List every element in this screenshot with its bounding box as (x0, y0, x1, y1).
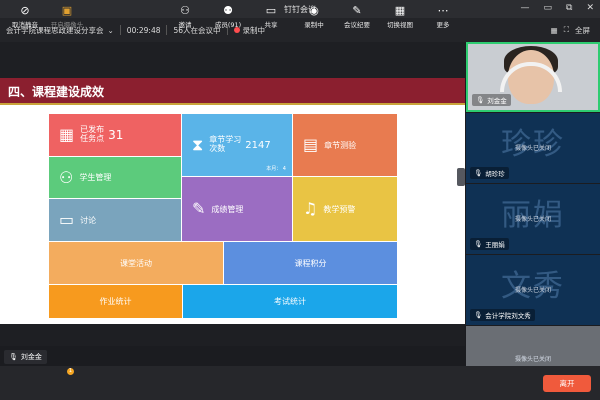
microphone-icon: 🎙 (476, 96, 485, 104)
microphone-muted-icon: 🎙 (474, 169, 483, 177)
camera-off-status: 摄像头已关闭 (514, 145, 551, 152)
participant-name: 王丽娟 (485, 241, 505, 249)
divider (119, 25, 121, 35)
window-controls: — ▭ ⧉ ✕ (521, 3, 595, 13)
participant-name-tag: 🎙 胡珍珍 (470, 167, 509, 179)
members-label: 成员(91) (214, 21, 242, 29)
tile-grade-management: ✎ 成绩管理 (182, 177, 292, 241)
camera-off-status: 摄像头已关闭 (514, 287, 551, 294)
tile-discussion-label: 讨论 (80, 215, 97, 225)
participant-tile[interactable]: 丽娟 摄像头已关闭 🎙 王丽娟 (466, 184, 600, 254)
participant-watermark: 文秀 (501, 269, 565, 304)
calendar-icon: ▦ (59, 125, 75, 144)
minutes-label: 会议纪要 (344, 21, 370, 29)
participant-tile[interactable]: 珍珍 摄像头已关闭 🎙 胡珍珍 (466, 113, 600, 183)
camera-badge: 1 (67, 368, 74, 375)
tile-student-management: ⚇ 学生管理 (49, 157, 181, 198)
tile-homework-stats: 作业统计 (49, 285, 182, 318)
participant-tile[interactable]: 摄像头已关闭 (466, 326, 600, 366)
record-label: 录制中 (304, 21, 324, 29)
tile-published-label: 已发布 任务点 (80, 125, 105, 143)
fullscreen-label[interactable]: 全屏 (575, 25, 590, 36)
participant-name-tag: 🎙 会计学院刘文秀 (470, 309, 535, 321)
camera-off-icon: ▣ (61, 4, 73, 17)
participant-name: 会计学院刘文秀 (485, 312, 531, 320)
participant-watermark: 珍珍 (501, 127, 565, 162)
switch-view-label: 切换视图 (387, 21, 413, 29)
meeting-toolbar (0, 366, 600, 400)
tile-course-points: 课程积分 (224, 242, 397, 284)
tile-chapter-test: ▤ 章节测验 (293, 114, 397, 176)
participant-name-tag: 🎙 刘金金 (472, 94, 511, 106)
camera-button[interactable]: ▣ 开启摄像头 (42, 4, 92, 29)
edit-icon: ✎ (192, 199, 206, 218)
grid-icon[interactable]: ▦ (551, 26, 558, 35)
tile-discussion: ▭ 讨论 (49, 199, 181, 241)
participant-tile[interactable]: 文秀 摄像头已关闭 🎙 会计学院刘文秀 (466, 255, 600, 325)
tile-course-points-label: 课程积分 (294, 258, 327, 268)
tile-chapter-test-label: 章节测验 (324, 140, 357, 150)
minimize-icon[interactable]: — (521, 3, 530, 13)
fullscreen-icon[interactable]: ⛶ (564, 25, 569, 35)
meeting-duration: 00:29:48 (126, 25, 161, 35)
leave-button[interactable]: 离开 (543, 375, 591, 392)
share-label: 共享 (264, 21, 278, 29)
active-speaker-label: 🎙 刘金金 (4, 350, 47, 364)
tile-chapter-label: 章节学习 次数 (209, 135, 242, 153)
camera-off-status: 摄像头已关闭 (514, 356, 551, 363)
participant-name: 刘金金 (487, 97, 507, 105)
document-icon: ▤ (303, 135, 319, 154)
camera-label: 开启摄像头 (50, 21, 84, 29)
participant-watermark: 丽娟 (501, 198, 565, 233)
more-button[interactable]: ⋯ 更多 (418, 4, 468, 29)
participant-tile-video[interactable]: 🎙 刘金金 (466, 42, 600, 112)
tile-exam-stats: 考试统计 (183, 285, 397, 318)
tile-student-label: 学生管理 (79, 173, 112, 182)
mute-label: 取消静音 (12, 21, 38, 29)
camera-off-status: 摄像头已关闭 (514, 216, 551, 223)
participant-name: 胡珍珍 (485, 170, 505, 178)
tile-grade-label: 成绩管理 (211, 204, 244, 214)
view-options: ▦ ⛶ 全屏 (551, 18, 590, 42)
more-dots-icon: ⋯ (437, 4, 449, 17)
tile-homework-label: 作业统计 (99, 297, 132, 306)
chat-icon: ▭ (59, 210, 75, 229)
bell-icon: ♫ (303, 199, 318, 218)
more-label: 更多 (436, 21, 450, 29)
tile-chapter-count: 2147 (245, 139, 271, 151)
close-icon[interactable]: ✕ (586, 3, 594, 13)
tile-published-tasks: ▦ 已发布 任务点 31 (49, 114, 181, 156)
slide-header-underline (0, 103, 465, 105)
tile-class-activity-label: 课堂活动 (120, 258, 152, 268)
tile-teaching-warning: ♫ 教学预警 (293, 177, 397, 241)
slide-header: 四、课程建设成效 (0, 78, 465, 105)
microphone-muted-icon: 🎙 (474, 311, 483, 319)
microphone-icon: 🎙 (9, 353, 18, 361)
tile-exam-label: 考试统计 (274, 297, 306, 306)
chevron-down-icon[interactable]: ⌄ (108, 26, 114, 35)
tile-chapter-learning: ⧗ 章节学习 次数 2147 本月： 4 (182, 114, 292, 176)
panel-collapse-handle[interactable] (457, 168, 465, 186)
active-speaker-name: 刘金金 (20, 353, 42, 361)
slide-heading: 四、课程建设成效 (8, 85, 105, 99)
tile-warning-label: 教学预警 (323, 204, 356, 214)
tile-published-count: 31 (108, 128, 124, 142)
microphone-muted-icon: 🎙 (474, 240, 483, 248)
tile-chapter-note: 本月： 4 (266, 166, 286, 172)
invite-label: 邀请 (178, 21, 192, 29)
participant-name-tag: 🎙 王丽娟 (470, 238, 509, 250)
maximize-icon[interactable]: ▭ (544, 3, 553, 13)
restore-icon[interactable]: ⧉ (566, 3, 572, 13)
user-add-icon: ⚇ (59, 167, 74, 187)
tile-class-activity: 课堂活动 (49, 242, 223, 284)
hourglass-icon: ⧗ (192, 135, 204, 154)
